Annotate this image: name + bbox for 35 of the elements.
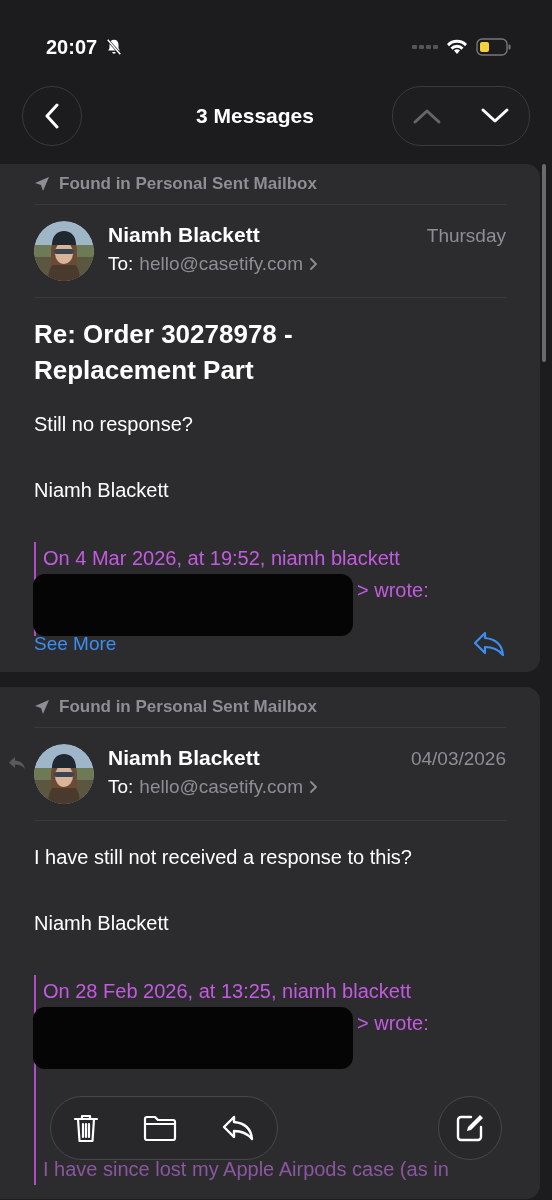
- quote-header: On 4 Mar 2026, at 19:52, niamh blackett: [43, 546, 401, 571]
- message-date: Thursday: [426, 225, 506, 247]
- quote-header-end: > wrote:: [357, 578, 429, 603]
- email-subject: Re: Order 30278978 - Replacement Part: [34, 318, 294, 387]
- mailbox-note: Found in Personal Sent Mailbox: [59, 697, 317, 717]
- recipient-address[interactable]: hello@casetify.com: [139, 253, 303, 275]
- back-chevron-icon[interactable]: [44, 103, 60, 129]
- trash-icon[interactable]: [73, 1113, 99, 1143]
- message-date: 04/03/2026: [410, 748, 506, 770]
- quote-header-end: > wrote:: [357, 1011, 429, 1036]
- see-more-link[interactable]: See More: [34, 633, 117, 655]
- folder-icon[interactable]: [143, 1114, 177, 1142]
- battery-icon: [476, 38, 512, 56]
- quoted-text: I have since lost my Apple Airpods case (as in: [43, 1157, 450, 1182]
- sender-name: Niamh Blackett: [108, 746, 260, 770]
- status-time: 20:07: [46, 35, 98, 59]
- nav-title: 3 Messages: [195, 104, 315, 128]
- sent-arrow-icon: [34, 176, 50, 192]
- email-text: I have still not received a response to this?: [34, 845, 413, 870]
- recipient-label: To:: [108, 776, 134, 798]
- chevron-right-icon[interactable]: [308, 780, 318, 794]
- quote-header: On 28 Feb 2026, at 13:25, niamh blackett: [43, 979, 413, 1004]
- recipient-label: To:: [108, 253, 134, 275]
- muted-bell-icon: [105, 38, 124, 56]
- signal-icon: [412, 44, 438, 50]
- chevron-right-icon[interactable]: [308, 257, 318, 271]
- email-text: Niamh Blackett: [34, 911, 170, 936]
- mailbox-note: Found in Personal Sent Mailbox: [59, 174, 317, 194]
- email-text: Still no response?: [34, 412, 194, 437]
- wifi-icon: [446, 39, 468, 55]
- sender-name: Niamh Blackett: [108, 223, 260, 247]
- recipient-address[interactable]: hello@casetify.com: [139, 776, 303, 798]
- compose-icon[interactable]: [455, 1113, 485, 1143]
- email-text: Niamh Blackett: [34, 478, 170, 503]
- sent-arrow-icon: [34, 699, 50, 715]
